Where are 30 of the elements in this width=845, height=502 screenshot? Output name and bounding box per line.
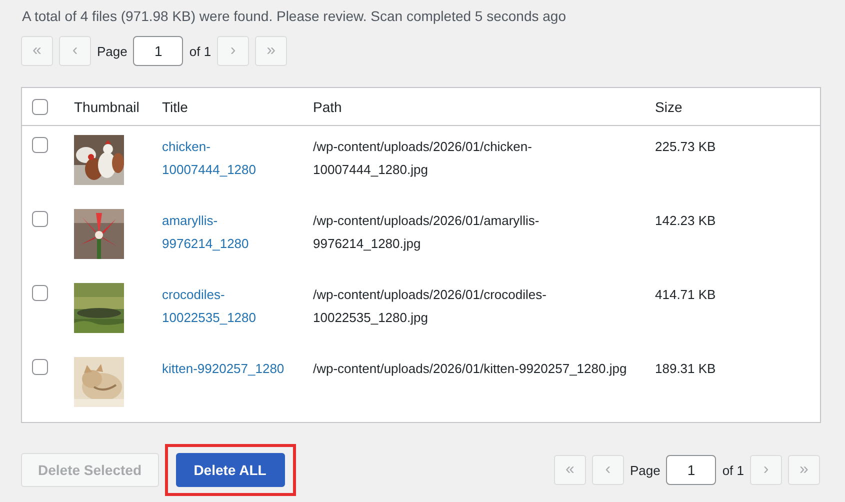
column-header: Size <box>655 98 682 114</box>
file-size: 142.23 KB <box>655 213 716 228</box>
column-header: Path <box>313 98 342 114</box>
page-count: of 1 <box>722 462 744 478</box>
file-path: /wp-content/uploads/2026/01/chicken-10007444_1280.jpg <box>313 139 532 177</box>
page-label: Page <box>630 462 660 478</box>
page-count: of 1 <box>189 44 212 58</box>
delete-all-button[interactable]: Delete ALL <box>176 453 284 487</box>
page-number-field[interactable]: 1 <box>666 455 716 485</box>
row-checkbox[interactable] <box>32 211 48 227</box>
file-path: /wp-content/uploads/2026/01/amaryllis-9976214_1280.jpg <box>313 213 540 251</box>
scan-summary: A total of 4 files (971.98 KB) were found. Please review. <box>22 8 367 24</box>
file-title-link[interactable]: amaryllis-9976214_1280 <box>162 209 297 255</box>
column-header: Title <box>162 98 188 114</box>
file-path: /wp-content/uploads/2026/01/kitten-9920257_1280.jpg <box>313 361 627 376</box>
scan-status: Scan completed 5 seconds ago <box>370 8 566 24</box>
page-label: Page <box>97 44 128 58</box>
file-size: 414.71 KB <box>655 287 716 302</box>
row-checkbox[interactable] <box>32 285 48 301</box>
file-title-link[interactable]: chicken-10007444_1280 <box>162 135 297 181</box>
page-number-field[interactable]: 1 <box>133 36 184 66</box>
row-checkbox[interactable] <box>32 137 48 153</box>
file-path: /wp-content/uploads/2026/01/crocodiles-10022535_1280.jpg <box>313 287 546 325</box>
file-size: 225.73 KB <box>655 139 716 154</box>
file-title-link[interactable]: crocodiles-10022535_1280 <box>162 283 297 329</box>
row-checkbox[interactable] <box>32 359 48 375</box>
column-header: Thumbnail <box>74 98 140 114</box>
file-title-link[interactable]: kitten-9920257_1280 <box>162 357 297 380</box>
select-all-checkbox[interactable] <box>32 98 48 114</box>
file-size: 189.31 KB <box>655 361 716 376</box>
